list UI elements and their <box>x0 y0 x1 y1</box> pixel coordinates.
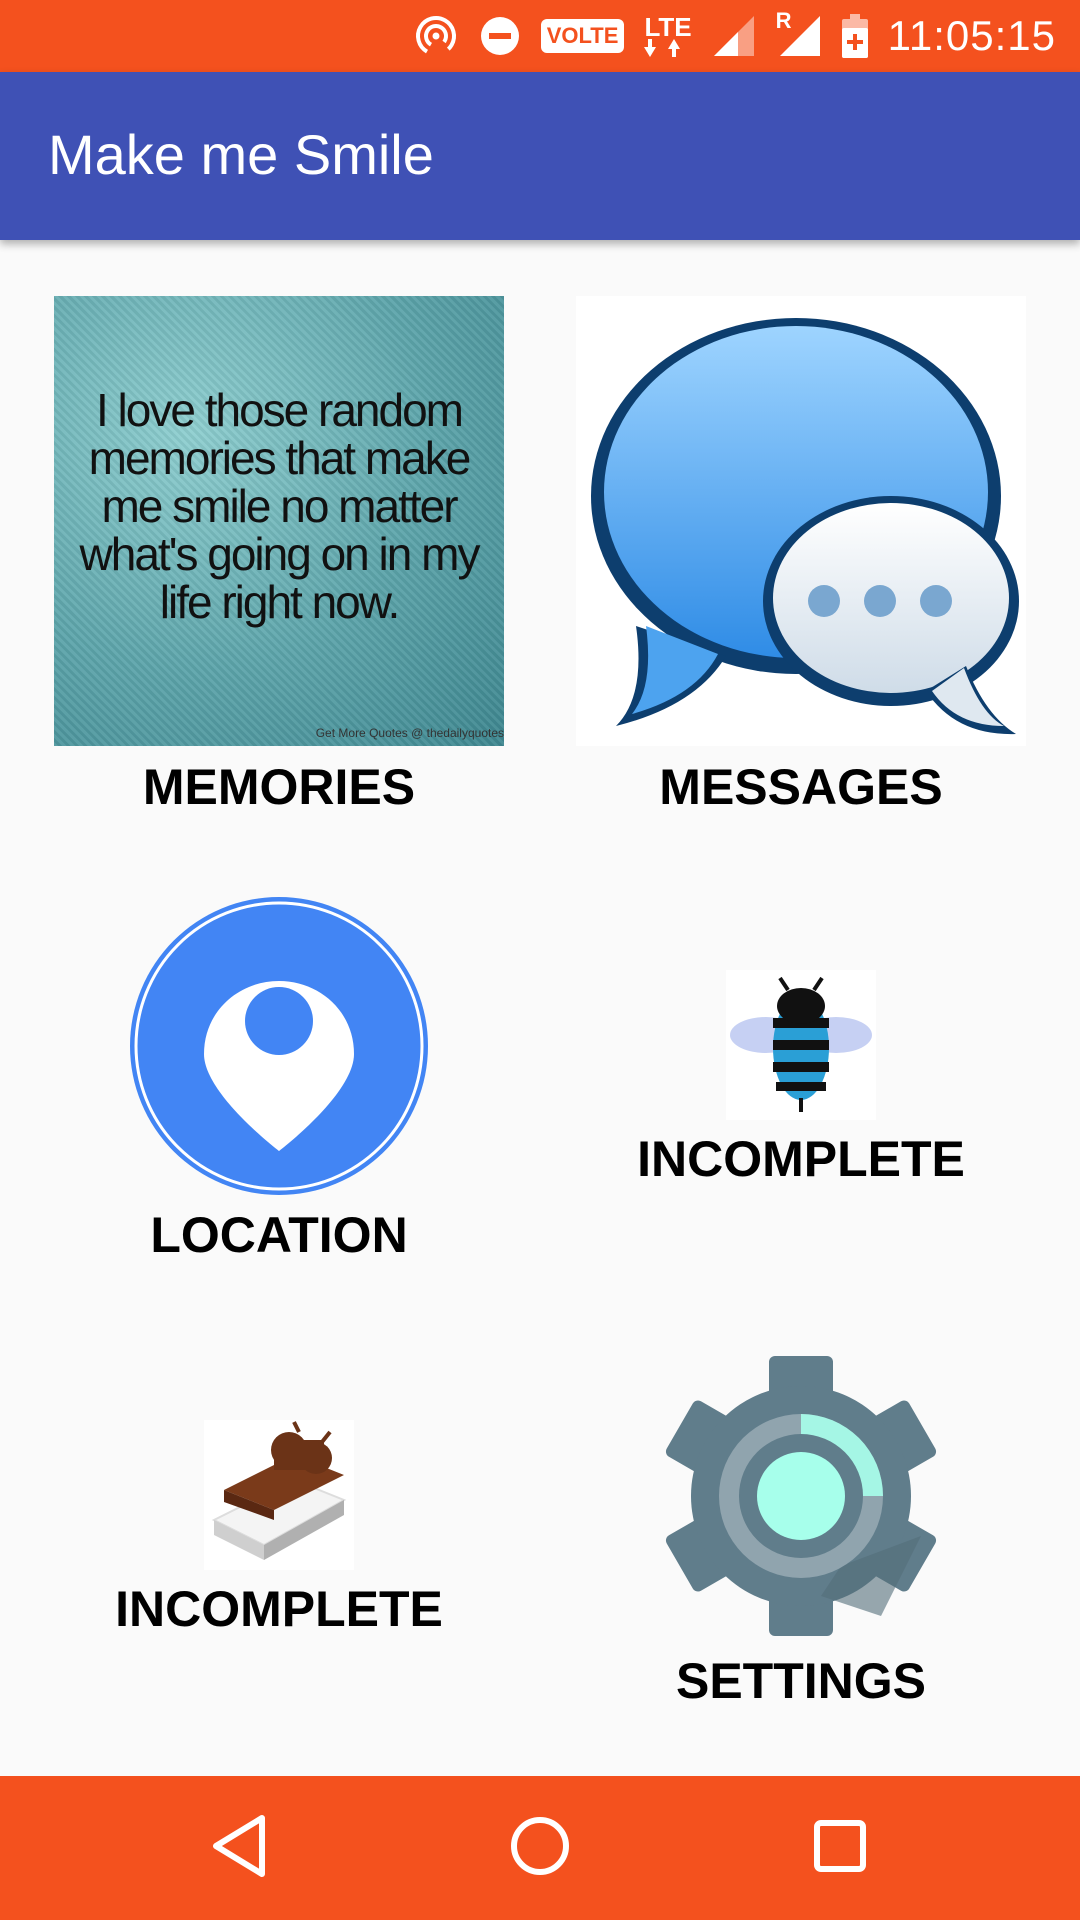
home-icon <box>508 1814 572 1882</box>
messages-icon[interactable] <box>576 296 1026 746</box>
recents-icon <box>812 1818 868 1878</box>
location-tile[interactable]: LOCATION <box>54 896 504 1276</box>
memories-image[interactable]: I love those random memories that make m… <box>54 296 504 746</box>
incomplete-label-1: INCOMPLETE <box>637 1131 965 1187</box>
incomplete-tile-1[interactable]: INCOMPLETE <box>576 970 1026 1190</box>
hotspot-icon <box>413 13 459 59</box>
back-button[interactable] <box>190 1806 290 1890</box>
do-not-disturb-icon <box>479 15 521 57</box>
memories-tile[interactable]: I love those random memories that make m… <box>54 296 504 816</box>
roaming-signal-icon: R <box>776 8 822 58</box>
honeycomb-bee-icon[interactable] <box>726 970 876 1120</box>
quote-text: I love those random memories that make m… <box>79 384 481 628</box>
location-label: LOCATION <box>150 1207 408 1263</box>
location-pin-icon[interactable] <box>129 896 429 1196</box>
navigation-bar <box>0 1776 1080 1920</box>
settings-label: SETTINGS <box>675 1653 927 1709</box>
incomplete-tile-2[interactable]: INCOMPLETE <box>54 1420 504 1640</box>
messages-tile[interactable]: MESSAGES <box>576 296 1026 816</box>
lte-icon: LTE <box>644 12 692 57</box>
battery-charging-icon <box>841 14 868 58</box>
lte-label: LTE <box>644 12 692 42</box>
status-bar: VOLTE LTE R 11:05:15 <box>0 0 1080 72</box>
home-button[interactable] <box>490 1806 590 1890</box>
back-icon <box>210 1814 270 1882</box>
memories-label: MEMORIES <box>142 759 416 815</box>
recents-button[interactable] <box>790 1806 890 1890</box>
ice-cream-sandwich-icon[interactable] <box>204 1420 354 1570</box>
app-bar: Make me Smile <box>0 72 1080 240</box>
volte-icon: VOLTE <box>540 19 625 53</box>
signal-icon <box>712 14 756 58</box>
quote-credit: Get More Quotes @ thedailyquotes <box>315 726 504 740</box>
app-title: Make me Smile <box>48 123 434 186</box>
settings-tile[interactable]: SETTINGS <box>576 1356 1026 1716</box>
settings-gear-icon[interactable] <box>661 1356 941 1636</box>
messages-label: MESSAGES <box>659 759 943 815</box>
incomplete-label-2: INCOMPLETE <box>115 1581 443 1637</box>
status-time: 11:05:15 <box>887 12 1056 59</box>
roaming-label: R <box>775 8 792 33</box>
status-icons: VOLTE LTE R 11:05:15 <box>413 8 1056 62</box>
